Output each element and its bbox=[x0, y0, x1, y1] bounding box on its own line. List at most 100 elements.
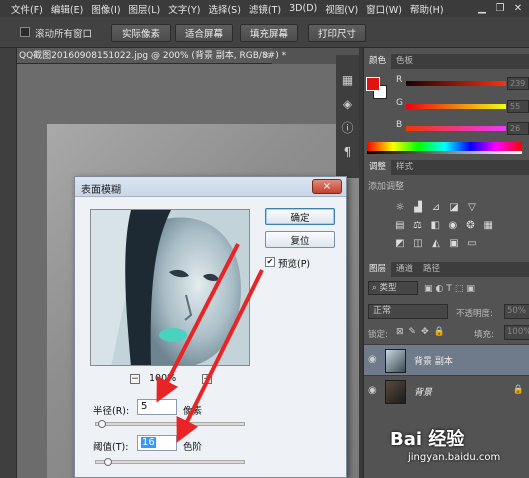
document-tab[interactable]: QQ截图20160908151022.jpg @ 200% (背景 副本, RG… bbox=[17, 48, 286, 64]
scroll-all-windows-checkbox[interactable] bbox=[20, 27, 30, 37]
photo-filter-icon[interactable]: ◉ bbox=[447, 220, 459, 231]
radius-label: 半径(R): bbox=[93, 406, 130, 417]
channel-r-value[interactable]: 239 bbox=[507, 77, 529, 90]
levels-icon[interactable]: ▟ bbox=[412, 202, 424, 213]
vibrance-icon[interactable]: ▽ bbox=[466, 202, 478, 213]
threshold-slider-knob[interactable] bbox=[103, 458, 112, 466]
preview-checkbox[interactable]: ✔ bbox=[265, 257, 275, 267]
radius-input[interactable]: 5 bbox=[137, 399, 177, 415]
selective-color-icon[interactable]: ▣ bbox=[448, 238, 460, 249]
tab-layers[interactable]: 图层 bbox=[364, 262, 392, 277]
menu-layer[interactable]: 图层(L) bbox=[125, 2, 165, 16]
options-bar: 滚动所有窗口 实际像素 适合屏幕 填充屏幕 打印尺寸 bbox=[0, 17, 529, 48]
fill-input[interactable]: 100% bbox=[504, 325, 529, 340]
panel-dock: ▦ ◈ ⓘ ¶ bbox=[336, 55, 359, 178]
menu-filter[interactable]: 滤镜(T) bbox=[245, 2, 285, 16]
tab-channels[interactable]: 通道 bbox=[391, 262, 418, 277]
close-window-icon[interactable]: ✕ bbox=[510, 0, 526, 17]
curves-icon[interactable]: ⊿ bbox=[430, 202, 442, 213]
actions-icon[interactable]: ◈ bbox=[340, 97, 355, 112]
zoom-out-button[interactable]: − bbox=[130, 374, 140, 384]
menu-edit[interactable]: 编辑(E) bbox=[47, 2, 87, 16]
ok-button[interactable]: 确定 bbox=[265, 208, 335, 225]
menu-file[interactable]: 文件(F) bbox=[7, 2, 47, 16]
threshold-input[interactable]: 16 bbox=[137, 435, 177, 451]
color-balance-icon[interactable]: ⚖ bbox=[412, 220, 424, 231]
channel-r-slider[interactable] bbox=[406, 81, 506, 86]
dialog-titlebar[interactable]: 表面模糊 × bbox=[75, 177, 346, 197]
close-document-icon[interactable]: × bbox=[262, 48, 270, 64]
tab-swatches[interactable]: 色板 bbox=[391, 54, 418, 69]
brightness-icon[interactable]: ☼ bbox=[394, 202, 406, 213]
menu-window[interactable]: 窗口(W) bbox=[362, 2, 406, 16]
threshold-slider[interactable] bbox=[95, 458, 245, 466]
preview-image bbox=[91, 210, 249, 365]
invert-icon[interactable]: ◩ bbox=[394, 238, 406, 249]
layer-row-active[interactable]: ◉ 背景 副本 bbox=[364, 344, 529, 375]
adjustments-panel-tabs: 调整 样式 bbox=[364, 160, 529, 175]
menu-image[interactable]: 图像(I) bbox=[87, 2, 124, 16]
threshold-icon[interactable]: ◭ bbox=[430, 238, 442, 249]
right-panels: 颜色 色板 R 239 G 55 B 26 调整 样式 添加调整 ☼ ▟ ⊿ ◪… bbox=[363, 48, 529, 478]
posterize-icon[interactable]: ◫ bbox=[412, 238, 424, 249]
minimize-icon[interactable]: ▁ bbox=[474, 0, 490, 17]
scroll-all-windows-label: 滚动所有窗口 bbox=[35, 29, 93, 40]
fill-screen-button[interactable]: 填充屏幕 bbox=[240, 24, 298, 42]
tab-styles[interactable]: 样式 bbox=[391, 160, 418, 175]
opacity-label: 不透明度: bbox=[456, 309, 493, 319]
threshold-label: 阈值(T): bbox=[93, 442, 129, 453]
print-size-button[interactable]: 打印尺寸 bbox=[308, 24, 366, 42]
foreground-color-swatch[interactable] bbox=[366, 77, 380, 91]
dialog-title: 表面模糊 bbox=[81, 185, 121, 196]
layer-filter-select[interactable]: ⌕ 类型 bbox=[368, 281, 418, 295]
layer-row[interactable]: ◉ 背景 🔒 bbox=[364, 375, 529, 406]
radius-slider-knob[interactable] bbox=[97, 420, 106, 428]
document-title: QQ截图20160908151022.jpg @ 200% (背景 副本, RG… bbox=[19, 51, 287, 61]
layer-thumbnail bbox=[385, 349, 406, 373]
history-icon[interactable]: ▦ bbox=[340, 73, 355, 88]
channel-g-label: G bbox=[396, 98, 403, 108]
actual-pixels-button[interactable]: 实际像素 bbox=[111, 24, 171, 42]
zoom-in-button[interactable]: + bbox=[202, 374, 212, 384]
grayscale-ramp[interactable] bbox=[367, 151, 522, 154]
filter-preview[interactable] bbox=[90, 209, 250, 366]
gradient-map-icon[interactable]: ▭ bbox=[466, 238, 478, 249]
fit-screen-button[interactable]: 适合屏幕 bbox=[175, 24, 233, 42]
blend-mode-select[interactable]: 正常 bbox=[368, 304, 448, 319]
color-lookup-icon[interactable]: ▦ bbox=[482, 220, 494, 231]
menu-help[interactable]: 帮助(H) bbox=[406, 2, 448, 16]
tab-color[interactable]: 颜色 bbox=[364, 54, 392, 69]
adjustment-icons: ☼ ▟ ⊿ ◪ ▽ ▤ ⚖ ◧ ◉ ❂ ▦ ◩ ◫ ◭ ▣ ▭ bbox=[394, 198, 494, 252]
channel-b-slider[interactable] bbox=[406, 126, 506, 131]
menu-view[interactable]: 视图(V) bbox=[321, 2, 362, 16]
black-white-icon[interactable]: ◧ bbox=[429, 220, 441, 231]
properties-icon[interactable]: ¶ bbox=[340, 145, 355, 160]
watermark: Bai 经验 jingyan.baidu.com bbox=[390, 425, 525, 473]
radius-slider[interactable] bbox=[95, 420, 245, 428]
channel-g-slider[interactable] bbox=[406, 104, 506, 109]
tab-adjustments[interactable]: 调整 bbox=[364, 160, 392, 175]
lock-label: 锁定: bbox=[368, 330, 388, 340]
opacity-input[interactable]: 50% bbox=[504, 304, 529, 319]
visibility-eye-icon[interactable]: ◉ bbox=[368, 354, 377, 365]
info-icon[interactable]: ⓘ bbox=[340, 121, 355, 136]
menu-select[interactable]: 选择(S) bbox=[204, 2, 244, 16]
surface-blur-dialog: 表面模糊 × 确定 复位 ✔ 预览(P) − 100% + 半径(R): 5 像… bbox=[74, 176, 347, 478]
menu-type[interactable]: 文字(Y) bbox=[164, 2, 204, 16]
color-spectrum[interactable] bbox=[367, 142, 522, 151]
reset-button[interactable]: 复位 bbox=[265, 231, 335, 248]
layers-panel-tabs: 图层 通道 路径 bbox=[364, 262, 529, 277]
channel-b-value[interactable]: 26 bbox=[507, 122, 529, 135]
lock-icons[interactable]: ⊠✎✥🔒 bbox=[396, 327, 450, 337]
dialog-close-button[interactable]: × bbox=[312, 179, 342, 194]
exposure-icon[interactable]: ◪ bbox=[448, 202, 460, 213]
hue-saturation-icon[interactable]: ▤ bbox=[394, 220, 406, 231]
channel-g-value[interactable]: 55 bbox=[507, 100, 529, 113]
visibility-eye-icon[interactable]: ◉ bbox=[368, 385, 377, 396]
restore-icon[interactable]: ❐ bbox=[492, 0, 508, 17]
radius-unit: 像素 bbox=[183, 406, 203, 417]
channel-mixer-icon[interactable]: ❂ bbox=[465, 220, 477, 231]
tab-paths[interactable]: 路径 bbox=[418, 262, 445, 277]
layer-filter-icons[interactable]: ▣◐T⬚▣ bbox=[424, 284, 478, 294]
menu-3d[interactable]: 3D(D) bbox=[285, 3, 321, 14]
